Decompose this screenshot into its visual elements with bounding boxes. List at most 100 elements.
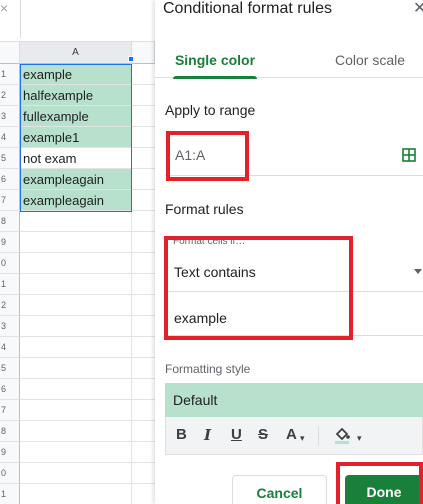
cancel-button[interactable]: Cancel bbox=[232, 475, 327, 504]
cell-a14[interactable] bbox=[20, 337, 132, 358]
cancel-edit-icon[interactable]: × bbox=[0, 0, 8, 16]
cell-a8[interactable] bbox=[20, 211, 132, 232]
formatting-style-label: Formatting style bbox=[165, 362, 251, 376]
row-number[interactable]: 6 bbox=[0, 169, 20, 190]
cell-b2[interactable] bbox=[132, 85, 155, 106]
cell-b11[interactable] bbox=[132, 274, 155, 295]
cell-b10[interactable] bbox=[132, 253, 155, 274]
cell-b5[interactable] bbox=[132, 148, 155, 169]
row-number[interactable]: 5 bbox=[0, 148, 20, 169]
cell-b16[interactable] bbox=[132, 379, 155, 400]
condition-value-text: example bbox=[174, 310, 227, 326]
cell-a19[interactable] bbox=[20, 442, 132, 463]
cell-b20[interactable] bbox=[132, 463, 155, 484]
cell-b1[interactable] bbox=[132, 64, 155, 85]
select-range-grid-icon[interactable] bbox=[402, 148, 416, 162]
row-number[interactable]: 3 bbox=[0, 106, 20, 127]
format-type-tabs: Single color Color scale bbox=[155, 40, 423, 79]
row-number[interactable]: 8 bbox=[0, 211, 20, 232]
condition-dropdown[interactable]: Text contains bbox=[165, 250, 423, 292]
cell-b9[interactable] bbox=[132, 232, 155, 253]
fill-handle[interactable] bbox=[128, 56, 134, 62]
cell-a7[interactable]: exampleagain bbox=[20, 190, 132, 211]
format-rules-heading: Format rules bbox=[165, 201, 244, 217]
row-number[interactable]: 1 bbox=[0, 274, 20, 295]
row-number[interactable]: 9 bbox=[0, 232, 20, 253]
cell-a21[interactable] bbox=[20, 484, 132, 504]
cell-b7[interactable] bbox=[132, 190, 155, 211]
underline-icon[interactable]: U bbox=[231, 426, 242, 444]
cell-b4[interactable] bbox=[132, 127, 155, 148]
spreadsheet-grid: × A 1 example 2 halfexample 3 fullexample 4 exa… bbox=[0, 0, 155, 504]
cell-b6[interactable] bbox=[132, 169, 155, 190]
text-color-icon[interactable]: A bbox=[286, 426, 297, 444]
cell-b8[interactable] bbox=[132, 211, 155, 232]
format-cells-if-label: Format cells if… bbox=[173, 236, 246, 247]
cell-a9[interactable] bbox=[20, 232, 132, 253]
cell-a12[interactable] bbox=[20, 295, 132, 316]
row-number[interactable]: 0 bbox=[0, 253, 20, 274]
condition-selected-value: Text contains bbox=[174, 264, 256, 280]
condition-value-input[interactable]: example bbox=[165, 296, 423, 336]
row-number[interactable]: 5 bbox=[0, 358, 20, 379]
style-preset-selector[interactable]: Default bbox=[165, 383, 423, 417]
row-number[interactable]: 4 bbox=[0, 337, 20, 358]
cell-a20[interactable] bbox=[20, 463, 132, 484]
row-number[interactable]: 2 bbox=[0, 85, 20, 106]
cell-a6[interactable]: exampleagain bbox=[20, 169, 132, 190]
tab-single-color[interactable]: Single color bbox=[165, 40, 265, 79]
row-number[interactable]: 1 bbox=[0, 64, 20, 85]
cell-a15[interactable] bbox=[20, 358, 132, 379]
bold-icon[interactable]: B bbox=[176, 426, 187, 444]
cell-b3[interactable] bbox=[132, 106, 155, 127]
cell-a16[interactable] bbox=[20, 379, 132, 400]
cell-b15[interactable] bbox=[132, 358, 155, 379]
cell-a17[interactable] bbox=[20, 400, 132, 421]
chevron-down-icon bbox=[414, 269, 422, 274]
select-all-corner[interactable] bbox=[0, 42, 20, 64]
cell-b19[interactable] bbox=[132, 442, 155, 463]
style-toolbar: B I U S A ▾ ▾ bbox=[165, 417, 423, 455]
formula-bar-strip: × bbox=[0, 0, 155, 42]
done-button[interactable]: Done bbox=[345, 475, 423, 504]
row-number[interactable]: 9 bbox=[0, 442, 20, 463]
column-header-a[interactable]: A bbox=[20, 42, 132, 64]
cell-b13[interactable] bbox=[132, 316, 155, 337]
style-preset-value: Default bbox=[173, 392, 218, 408]
cell-a2[interactable]: halfexample bbox=[20, 85, 132, 106]
range-input[interactable]: A1:A bbox=[165, 134, 423, 176]
row-number[interactable]: 1 bbox=[0, 484, 20, 504]
cell-b12[interactable] bbox=[132, 295, 155, 316]
text-color-chevron-icon[interactable]: ▾ bbox=[300, 429, 305, 447]
close-icon[interactable]: ✕ bbox=[413, 0, 423, 18]
row-number[interactable]: 2 bbox=[0, 295, 20, 316]
apply-to-range-heading: Apply to range bbox=[165, 102, 256, 118]
fill-color-chevron-icon[interactable]: ▾ bbox=[357, 429, 362, 447]
row-number[interactable]: 0 bbox=[0, 463, 20, 484]
cell-a13[interactable] bbox=[20, 316, 132, 337]
tab-color-scale[interactable]: Color scale bbox=[315, 40, 423, 78]
cell-b17[interactable] bbox=[132, 400, 155, 421]
cell-a18[interactable] bbox=[20, 421, 132, 442]
row-number[interactable]: 7 bbox=[0, 400, 20, 421]
row-number[interactable]: 7 bbox=[0, 190, 20, 211]
row-number[interactable]: 3 bbox=[0, 316, 20, 337]
tab-color-scale-label: Color scale bbox=[334, 52, 406, 68]
column-header-b[interactable] bbox=[132, 42, 155, 64]
panel-title: Conditional format rules bbox=[163, 0, 332, 17]
cell-a1[interactable]: example bbox=[20, 64, 132, 85]
row-number[interactable]: 4 bbox=[0, 127, 20, 148]
cell-b18[interactable] bbox=[132, 421, 155, 442]
row-number[interactable]: 8 bbox=[0, 421, 20, 442]
cell-a3[interactable]: fullexample bbox=[20, 106, 132, 127]
row-number[interactable]: 6 bbox=[0, 379, 20, 400]
cell-a10[interactable] bbox=[20, 253, 132, 274]
fill-color-icon[interactable] bbox=[332, 425, 352, 445]
cell-b21[interactable] bbox=[132, 484, 155, 504]
cell-a4[interactable]: example1 bbox=[20, 127, 132, 148]
cell-a5[interactable]: not exam bbox=[20, 148, 132, 169]
cell-a11[interactable] bbox=[20, 274, 132, 295]
strikethrough-icon[interactable]: S bbox=[258, 426, 268, 444]
italic-icon[interactable]: I bbox=[204, 426, 211, 444]
cell-b14[interactable] bbox=[132, 337, 155, 358]
